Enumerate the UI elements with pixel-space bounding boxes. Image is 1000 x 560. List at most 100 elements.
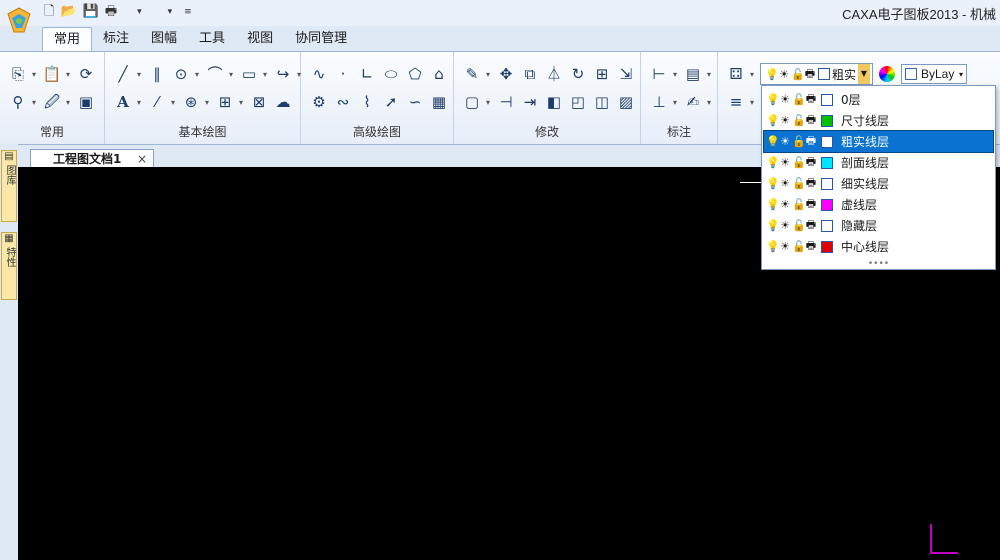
linear-dimension-icon[interactable]: ⊢ [649,64,669,84]
angle-line-icon[interactable]: ∟ [357,64,377,84]
tab-collaboration[interactable]: 协同管理 [284,27,358,51]
lock-icon[interactable]: 🔓 [792,240,806,253]
sun-icon[interactable]: ☀ [779,93,791,106]
layer-item[interactable]: 💡 ☀ 🔓 🖶 虚线层 [764,194,993,215]
open-folder-icon[interactable]: 📂 [60,3,76,21]
printer-icon[interactable]: 🖶 [805,195,817,214]
sun-icon[interactable]: ☀ [779,177,791,190]
lock-icon[interactable]: 🔓 [792,219,806,232]
rectangle-icon[interactable]: ▭ [239,64,259,84]
bulb-icon[interactable]: 💡 [766,93,780,106]
properties-panel-button[interactable]: ▦ 特性 [1,232,17,300]
layer-item[interactable]: 💡 ☀ 🔓 🖶 细实线层 [764,173,993,194]
text-edit-icon[interactable]: ✍ [683,92,703,112]
sun-icon[interactable]: ☀ [779,135,791,148]
refresh-icon[interactable]: ⟳ [76,64,96,84]
spring-icon[interactable]: ∽ [405,92,425,112]
circle-icon[interactable]: ⊙ [171,64,191,84]
wave-line-icon[interactable]: ∾ [333,92,353,112]
undo-dropdown-icon[interactable]: ▾ [137,3,142,21]
print-icon[interactable]: 🖶 [105,3,117,21]
layer-item[interactable]: 💡 ☀ 🔓 🖶 尺寸线层 [764,110,993,131]
sun-icon[interactable]: ☀ [779,219,791,232]
lock-icon[interactable]: 🔓 [792,156,806,169]
customize-qat-icon[interactable]: ≡ [184,3,192,21]
lock-icon[interactable]: 🔓 [792,93,806,106]
polygon-icon[interactable]: ⬠ [405,64,425,84]
coordinate-dimension-icon[interactable]: ⊥ [649,92,669,112]
centerline-icon[interactable]: ⁄ [147,92,167,112]
move-icon[interactable]: ✥ [496,64,516,84]
layer-manager-icon[interactable]: ⚃ [726,64,746,84]
printer-icon[interactable]: 🖶 [805,237,817,256]
lock-icon[interactable]: 🔓 [792,114,806,127]
tab-dimension[interactable]: 标注 [92,27,140,51]
layer-item[interactable]: 💡 ☀ 🔓 🖶 0层 [764,89,993,110]
printer-icon[interactable]: 🖶 [805,174,817,193]
sun-icon[interactable]: ☀ [779,240,791,253]
lock-icon[interactable]: 🔓 [792,177,806,190]
spline-icon[interactable]: ∿ [309,64,329,84]
sun-icon[interactable]: ☀ [779,198,791,211]
bulb-icon[interactable]: 💡 [766,219,780,232]
sun-icon[interactable]: ☀ [779,156,791,169]
layer-item[interactable]: 💡 ☀ 🔓 🖶 中心线层 [764,236,993,257]
tab-drawing-frame[interactable]: 图幅 [140,27,188,51]
fillet-icon[interactable]: ◰ [568,92,588,112]
save-icon[interactable]: 💾 [83,3,99,21]
layer-item[interactable]: 💡 ☀ 🔓 🖶 隐藏层 [764,215,993,236]
bulb-icon[interactable]: 💡 [766,135,780,148]
bulb-icon[interactable]: 💡 [766,198,780,211]
arrow-icon[interactable]: ➚ [381,92,401,112]
layer-item[interactable]: 💡 ☀ 🔓 🖶 粗实线层 [763,130,994,153]
arc-icon[interactable]: ⌒ [205,64,225,84]
caxa-logo-icon[interactable] [2,4,36,38]
printer-icon[interactable]: 🖶 [805,90,817,109]
copy-object-icon[interactable]: ⧉ [520,64,540,84]
color-combo-dropdown-icon[interactable]: ▾ [959,70,963,79]
select-icon[interactable]: ▢ [462,92,482,112]
scale-icon[interactable]: ⇲ [616,64,636,84]
color-combo[interactable]: ByLay ▾ [901,64,967,84]
lock-icon[interactable]: 🔓 [792,198,806,211]
hatch-icon[interactable]: ⊛ [181,92,201,112]
ellipse-icon[interactable]: ⬭ [381,64,401,84]
pattern-icon[interactable]: ⊠ [249,92,269,112]
library-panel-button[interactable]: ▤ 图库 [1,150,17,222]
extend-icon[interactable]: ⇥ [520,92,540,112]
bulb-icon[interactable]: 💡 [766,177,780,190]
polyline-icon[interactable]: ↪ [273,64,293,84]
copy-icon[interactable]: ⎘ [8,64,28,84]
array-icon[interactable]: ⊞ [592,64,612,84]
mirror-icon[interactable]: ⏃ [544,64,564,84]
point-icon[interactable]: · [333,64,353,84]
table-icon[interactable]: ▦ [429,92,449,112]
redo-dropdown-icon[interactable]: ▾ [168,3,173,21]
stretch-icon[interactable]: ◧ [544,92,564,112]
printer-icon[interactable]: 🖶 [805,216,817,235]
hole-icon[interactable]: ⌂ [429,64,449,84]
bulb-icon[interactable]: 💡 [766,156,780,169]
gear-icon[interactable]: ⚙ [309,92,329,112]
match-properties-icon[interactable]: ▣ [76,92,96,112]
linetype-icon[interactable]: ≡ [726,92,746,112]
color-wheel-icon[interactable] [879,66,895,82]
tab-view[interactable]: 视图 [236,27,284,51]
parallel-line-icon[interactable]: ∥ [147,64,167,84]
tab-common[interactable]: 常用 [42,27,93,52]
layer-combo[interactable]: 💡 ☀ 🔓 🖶 粗实线层 ▼ [760,63,873,85]
printer-icon[interactable]: 🖶 [805,111,817,130]
break-line-icon[interactable]: ⌇ [357,92,377,112]
lock-icon[interactable]: 🔓 [792,135,806,148]
erase-icon[interactable]: ✎ [462,64,482,84]
layer-item[interactable]: 💡 ☀ 🔓 🖶 剖面线层 [764,152,993,173]
document-tab[interactable]: 工程图文档1 × [30,149,154,167]
explode-icon[interactable]: ▨ [616,92,636,112]
block-icon[interactable]: ⊞ [215,92,235,112]
dimension-style-icon[interactable]: ▤ [683,64,703,84]
sun-icon[interactable]: ☀ [779,114,791,127]
tab-tools[interactable]: 工具 [188,27,236,51]
new-file-icon[interactable]: 🗋 [44,3,54,21]
cloud-icon[interactable]: ☁ [273,92,293,112]
offset-icon[interactable]: ◫ [592,92,612,112]
